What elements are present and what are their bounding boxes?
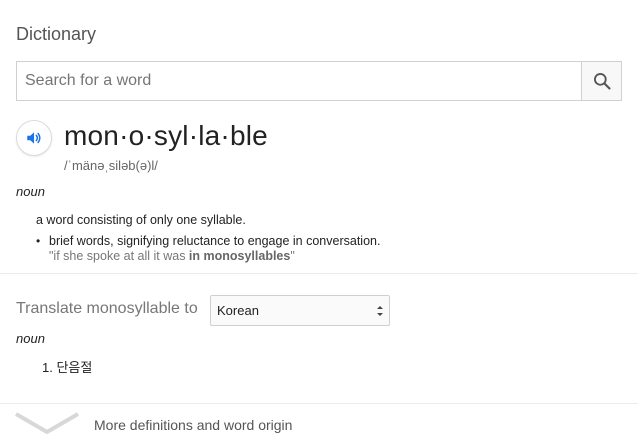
- language-select[interactable]: Korean: [210, 295, 390, 326]
- definition-1: a word consisting of only one syllable.: [36, 213, 246, 227]
- speaker-icon: [27, 132, 41, 144]
- example-suffix: ": [290, 249, 295, 263]
- definition-2: brief words, signifying reluctance to en…: [49, 234, 381, 248]
- chevron-down-icon[interactable]: [14, 410, 80, 436]
- search-icon: [593, 73, 611, 90]
- translation-part-of-speech: noun: [16, 331, 45, 346]
- definition-example: "if she spoke at all it was in monosylla…: [49, 249, 295, 263]
- section-divider: [0, 273, 638, 274]
- panel-title: Dictionary: [16, 24, 97, 44]
- part-of-speech: noun: [16, 184, 45, 199]
- bullet-icon: •: [36, 234, 41, 248]
- headword: mon·o·syl·la·ble: [64, 120, 268, 151]
- dictionary-card: Dictionary mon·o·syl·la·ble /ˈmänəˌsiləb…: [0, 0, 638, 444]
- search-input[interactable]: [17, 62, 582, 100]
- translate-label: Translate monosyllable to: [16, 300, 198, 317]
- select-arrows-icon: [377, 306, 383, 316]
- footer-divider: [0, 403, 638, 404]
- more-definitions-link[interactable]: More definitions and word origin: [94, 417, 292, 433]
- search-box: [16, 61, 622, 101]
- language-select-value: Korean: [217, 303, 259, 318]
- example-highlight: in monosyllables: [188, 249, 291, 263]
- search-button[interactable]: [581, 62, 621, 100]
- example-prefix: "if she spoke at all it was: [49, 249, 189, 263]
- translation-item: 1. 단음절: [42, 360, 93, 375]
- pronunciation-button[interactable]: [16, 120, 52, 156]
- phonetic-spelling: /ˈmänəˌsiləb(ə)l/: [64, 158, 158, 173]
